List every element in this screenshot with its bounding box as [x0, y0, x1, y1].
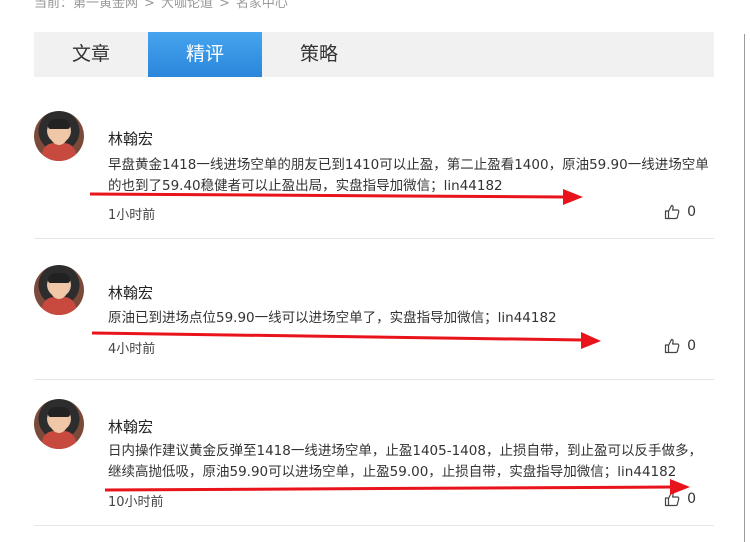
post-time: 1小时前 — [108, 208, 156, 223]
breadcrumb-separator: > — [144, 0, 155, 11]
breadcrumb-separator: > — [218, 0, 230, 11]
avatar-hair — [48, 119, 70, 129]
post-time: 10小时前 — [108, 495, 164, 510]
author-name[interactable]: 林翰宏 — [108, 282, 153, 303]
post-item: 林翰宏 原油已到进场点位59.90一线可以进场空单了，实盘指导加微信；lin44… — [34, 254, 714, 380]
like-button[interactable]: 0 — [664, 204, 696, 220]
tab-reviews[interactable]: 精评 — [148, 32, 262, 77]
post-content: 日内操作建议黄金反弹至1418一线进场空单，止盈1405-1408，止损自带，到… — [108, 443, 702, 480]
thumbs-up-icon — [664, 338, 680, 354]
like-button[interactable]: 0 — [664, 491, 696, 507]
breadcrumb-item-home[interactable]: 第一黄金网 — [73, 0, 138, 11]
author-name[interactable]: 林翰宏 — [108, 128, 153, 149]
avatar-shoulders — [42, 297, 76, 315]
avatar-shoulders — [42, 431, 76, 449]
breadcrumb-prefix: 当前： — [34, 0, 74, 11]
avatar[interactable] — [34, 111, 84, 161]
like-count: 0 — [687, 338, 696, 354]
post-time: 4小时前 — [108, 342, 156, 357]
breadcrumb: 当前：第一黄金网 > 大咖论道 > 名家中心 — [34, 0, 288, 11]
post-item: 林翰宏 早盘黄金1418一线进场空单的朋友已到1410可以止盈，第二止盈看140… — [34, 100, 714, 239]
avatar[interactable] — [34, 399, 84, 449]
avatar[interactable] — [34, 265, 84, 315]
like-count: 0 — [687, 491, 696, 507]
post-item: 林翰宏 日内操作建议黄金反弹至1418一线进场空单，止盈1405-1408，止损… — [34, 388, 714, 526]
post-content: 早盘黄金1418一线进场空单的朋友已到1410可以止盈，第二止盈看1400，原油… — [108, 157, 709, 194]
tab-articles[interactable]: 文章 — [34, 32, 148, 77]
author-name[interactable]: 林翰宏 — [108, 416, 153, 437]
tab-bar: 文章 精评 策略 — [34, 32, 714, 77]
breadcrumb-item-experts[interactable]: 名家中心 — [236, 0, 288, 11]
post-content: 原油已到进场点位59.90一线可以进场空单了，实盘指导加微信；lin44182 — [108, 310, 557, 326]
avatar-shoulders — [42, 143, 76, 161]
like-button[interactable]: 0 — [664, 338, 696, 354]
breadcrumb-item-forum[interactable]: 大咖论道 — [161, 0, 213, 11]
like-count: 0 — [687, 204, 696, 220]
thumbs-up-icon — [664, 204, 680, 220]
content-border — [744, 34, 745, 542]
tab-strategies[interactable]: 策略 — [262, 32, 376, 77]
avatar-hair — [48, 273, 70, 283]
thumbs-up-icon — [664, 491, 680, 507]
avatar-hair — [48, 407, 70, 417]
